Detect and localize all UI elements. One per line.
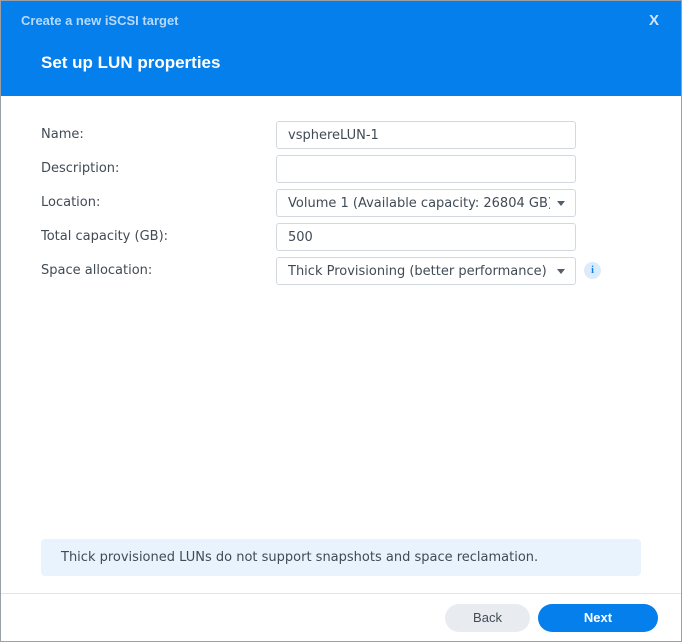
description-row: Description:	[41, 155, 641, 183]
total-capacity-row: Total capacity (GB): 500	[41, 223, 641, 251]
window-title: Create a new iSCSI target	[21, 13, 179, 28]
create-iscsi-target-dialog: Create a new iSCSI target X Set up LUN p…	[0, 0, 682, 642]
name-row: Name: vsphereLUN-1	[41, 121, 641, 149]
info-icon[interactable]: i	[584, 262, 601, 279]
close-icon: X	[648, 12, 659, 29]
space-allocation-label: Space allocation:	[41, 263, 153, 278]
description-label: Description:	[41, 161, 120, 176]
description-input[interactable]	[276, 155, 576, 183]
name-value: vsphereLUN-1	[288, 128, 379, 143]
chevron-down-icon	[557, 269, 565, 274]
space-allocation-value: Thick Provisioning (better performance)	[288, 264, 547, 279]
notice-text: Thick provisioned LUNs do not support sn…	[61, 550, 539, 565]
location-row: Location: Volume 1 (Available capacity: …	[41, 189, 641, 217]
space-allocation-select[interactable]: Thick Provisioning (better performance)	[276, 257, 576, 285]
footer-divider	[1, 593, 681, 594]
notice-box: Thick provisioned LUNs do not support sn…	[41, 539, 641, 576]
close-button[interactable]: X	[644, 11, 664, 31]
step-title: Set up LUN properties	[41, 53, 221, 72]
space-allocation-row: Space allocation: Thick Provisioning (be…	[41, 257, 641, 285]
chevron-down-icon	[557, 201, 565, 206]
total-capacity-value: 500	[288, 230, 313, 245]
name-input[interactable]: vsphereLUN-1	[276, 121, 576, 149]
dialog-header: Create a new iSCSI target X Set up LUN p…	[1, 1, 681, 96]
total-capacity-label: Total capacity (GB):	[41, 229, 169, 244]
location-select[interactable]: Volume 1 (Available capacity: 26804 GB)	[276, 189, 576, 217]
location-label: Location:	[41, 195, 101, 210]
name-label: Name:	[41, 127, 84, 142]
total-capacity-input[interactable]: 500	[276, 223, 576, 251]
location-value: Volume 1 (Available capacity: 26804 GB)	[288, 196, 550, 211]
back-button[interactable]: Back	[445, 604, 530, 632]
next-button[interactable]: Next	[538, 604, 658, 632]
